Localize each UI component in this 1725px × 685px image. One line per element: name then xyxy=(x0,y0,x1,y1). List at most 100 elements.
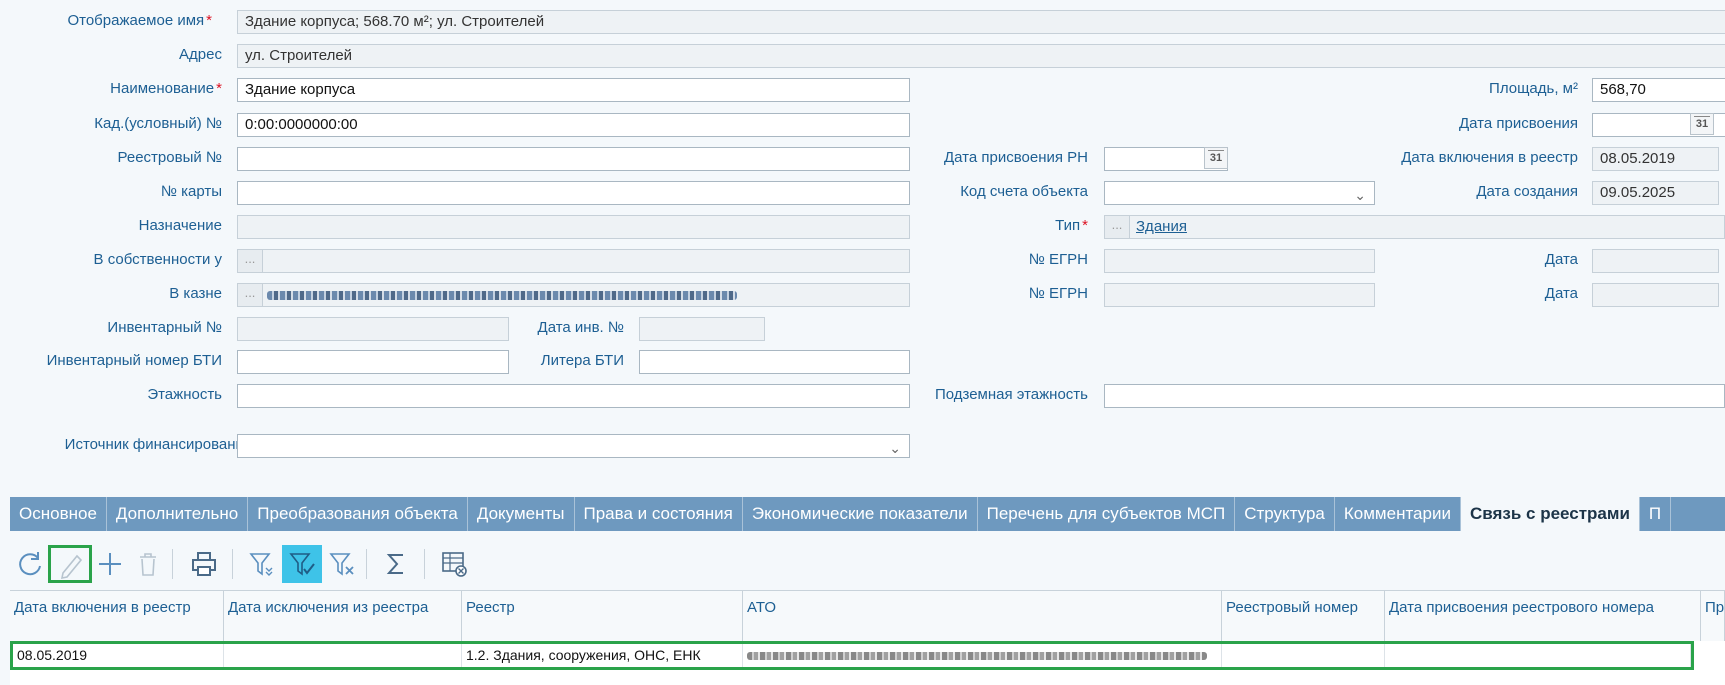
underground-floors-label: Подземная этажность xyxy=(934,386,1088,403)
registry-links-grid: Дата включения в реестр Дата исключения … xyxy=(10,590,1725,685)
tab-structure[interactable]: Структура xyxy=(1235,497,1335,531)
bti-inventory-label: Инвентарный номер БТИ xyxy=(46,352,222,369)
registry-include-date-label: Дата включения в реестр xyxy=(1401,149,1578,166)
rn-assign-date-label: Дата присвоения РН xyxy=(943,149,1088,166)
tab-economics[interactable]: Экономические показатели xyxy=(743,497,978,531)
table-cell xyxy=(224,644,462,667)
inventory-date-label: Дата инв. № xyxy=(537,319,624,336)
created-date-field[interactable]: 09.05.2025 xyxy=(1592,181,1719,205)
financing-source-label: Источник финансирования xyxy=(64,436,252,453)
name-field[interactable]: Здание корпуса xyxy=(237,78,910,102)
column-header[interactable]: При xyxy=(1701,591,1725,641)
tab-comments[interactable]: Комментарии xyxy=(1335,497,1461,531)
column-header[interactable]: АТО xyxy=(743,591,1222,641)
filter-icon xyxy=(249,553,273,576)
cadastral-field[interactable]: 0:00:0000000:00 xyxy=(237,113,910,137)
account-code-label: Код счета объекта xyxy=(960,183,1088,200)
treasury-field[interactable]: ... xyxy=(237,283,910,307)
toolbar-separator xyxy=(366,549,367,579)
owned-by-label: В собственности у xyxy=(93,251,222,268)
address-field[interactable]: ул. Строителей xyxy=(237,44,1725,68)
table-cell xyxy=(1385,644,1691,667)
column-header[interactable]: Дата включения в реестр xyxy=(10,591,224,641)
filter-button[interactable] xyxy=(242,545,282,583)
inventory-no-label: Инвентарный № xyxy=(107,319,222,336)
floors-label: Этажность xyxy=(147,386,222,403)
purpose-field[interactable] xyxy=(237,215,910,239)
table-settings-icon xyxy=(442,552,467,577)
lookup-button[interactable]: ... xyxy=(1105,216,1130,238)
add-button[interactable] xyxy=(90,545,130,583)
registry-no-field[interactable] xyxy=(237,147,910,171)
column-header[interactable]: Дата исключения из реестра xyxy=(224,591,462,641)
lookup-button[interactable]: ... xyxy=(238,284,263,306)
date2-field[interactable] xyxy=(1592,283,1719,307)
tab-registry-links[interactable]: Связь с реестрами xyxy=(1460,497,1640,531)
grid-toolbar xyxy=(10,545,1725,583)
cadastral-label: Кад.(условный) № xyxy=(94,115,222,132)
display-name-label: Отображаемое имя * xyxy=(67,12,212,29)
card-no-label: № карты xyxy=(160,183,222,200)
name-label: Наименование * xyxy=(110,80,222,97)
chevron-down-icon: ⌄ xyxy=(889,440,901,456)
card-no-field[interactable] xyxy=(237,181,910,205)
tab-main[interactable]: Основное xyxy=(10,497,107,531)
tab-documents[interactable]: Документы xyxy=(468,497,575,531)
calendar-icon[interactable]: 31 xyxy=(1690,113,1714,135)
owned-by-field[interactable]: ... xyxy=(237,249,910,273)
floors-field[interactable] xyxy=(237,384,910,408)
bti-letter-label: Литера БТИ xyxy=(540,352,624,369)
date1-field[interactable] xyxy=(1592,249,1719,273)
filter-apply-button[interactable] xyxy=(282,545,322,583)
tab-msp-list[interactable]: Перечень для субъектов МСП xyxy=(978,497,1236,531)
bti-letter-field[interactable] xyxy=(639,350,910,374)
inventory-date-field[interactable] xyxy=(639,317,765,341)
filter-clear-button[interactable] xyxy=(322,545,362,583)
add-icon xyxy=(99,553,121,575)
table-cell: 1.2. Здания, сооружения, ОНС, ЕНК xyxy=(462,644,743,667)
registry-no-label: Реестровый № xyxy=(117,149,222,166)
type-field[interactable]: ... Здания xyxy=(1104,215,1725,239)
column-header[interactable]: Дата присвоения реестрового номера xyxy=(1385,591,1701,641)
egrn2-label: № ЕГРН xyxy=(1028,285,1088,302)
tab-bar: Основное Дополнительно Преобразования объе… xyxy=(10,497,1725,531)
bti-inventory-field[interactable] xyxy=(237,350,509,374)
tab-additional[interactable]: Дополнительно xyxy=(107,497,249,531)
table-cell: 08.05.2019 xyxy=(13,644,224,667)
edit-icon xyxy=(60,554,83,580)
tab-transformations[interactable]: Преобразования объекта xyxy=(248,497,468,531)
print-icon xyxy=(192,552,216,576)
edit-button[interactable] xyxy=(48,545,92,583)
registry-include-date-field[interactable]: 08.05.2019 xyxy=(1592,147,1719,171)
delete-button[interactable] xyxy=(128,545,168,583)
calendar-icon[interactable]: 31 xyxy=(1204,147,1228,169)
tab-rights[interactable]: Права и состояния xyxy=(575,497,743,531)
table-settings-button[interactable] xyxy=(434,545,474,583)
lookup-button[interactable]: ... xyxy=(238,250,263,272)
type-link[interactable]: Здания xyxy=(1136,218,1187,235)
inventory-no-field[interactable] xyxy=(237,317,509,341)
toolbar-separator xyxy=(232,549,233,579)
refresh-button[interactable] xyxy=(10,545,50,583)
egrn1-label: № ЕГРН xyxy=(1028,251,1088,268)
filter-apply-icon xyxy=(289,553,315,576)
area-field[interactable]: 568,70 xyxy=(1592,78,1725,102)
display-name-field[interactable]: Здание корпуса; 568.70 м²; ул. Строителе… xyxy=(237,10,1725,34)
tab-more[interactable]: П xyxy=(1640,497,1672,531)
created-date-label: Дата создания xyxy=(1476,183,1578,200)
refresh-icon xyxy=(19,552,41,576)
redacted-text xyxy=(267,290,738,300)
financing-source-select[interactable]: ⌄ xyxy=(237,434,910,458)
table-row[interactable]: 08.05.2019 1.2. Здания, сооружения, ОНС,… xyxy=(10,641,1694,670)
column-header[interactable]: Реестр xyxy=(462,591,743,641)
column-header[interactable]: Реестровый номер xyxy=(1222,591,1385,641)
redacted-text xyxy=(747,652,1207,661)
print-button[interactable] xyxy=(184,545,224,583)
table-cell xyxy=(743,644,1222,667)
date1-label: Дата xyxy=(1544,251,1578,268)
sum-button[interactable] xyxy=(376,545,416,583)
date2-label: Дата xyxy=(1544,285,1578,302)
type-label: Тип * xyxy=(1055,217,1088,234)
underground-floors-field[interactable] xyxy=(1104,384,1725,408)
purpose-label: Назначение xyxy=(138,217,222,234)
